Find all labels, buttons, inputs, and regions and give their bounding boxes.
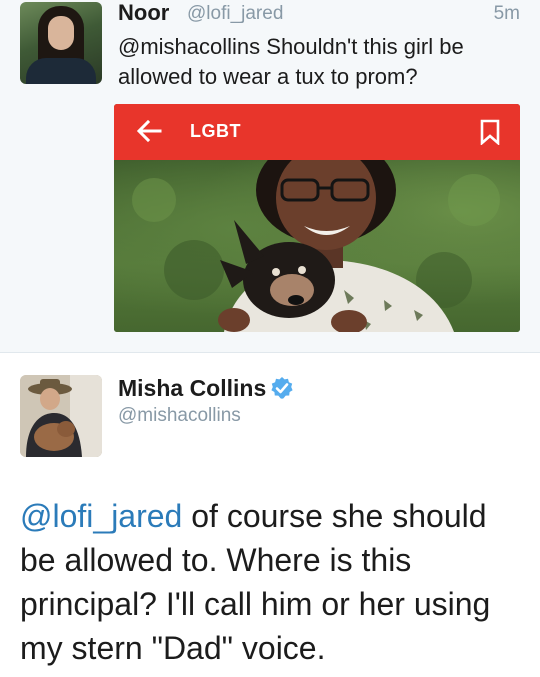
tweet-divider [0, 352, 540, 353]
article-photo[interactable] [114, 160, 520, 332]
noor-avatar[interactable] [20, 2, 102, 84]
mention-link[interactable]: @lofi_jared [20, 498, 182, 534]
reply-author-handle[interactable]: @lofi_jared [187, 3, 283, 25]
misha-avatar[interactable] [20, 375, 102, 457]
reply-author-name[interactable]: Noor [118, 0, 169, 26]
main-tweet-text: @lofi_jared of course she should be allo… [20, 494, 525, 670]
main-author-name[interactable]: Misha Collins [118, 375, 266, 402]
bookmark-icon[interactable] [480, 119, 500, 145]
embedded-article-card[interactable]: LGBT [114, 104, 520, 332]
verified-badge-icon [271, 377, 293, 399]
card-header-bar: LGBT [114, 104, 520, 160]
reply-tweet-text: @mishacollins Shouldn't this girl be all… [118, 34, 464, 89]
arrow-left-icon[interactable] [134, 115, 164, 147]
main-author-handle[interactable]: @mishacollins [118, 405, 241, 427]
reply-timestamp: 5m [493, 3, 520, 24]
reply-tweet[interactable]: Noor @lofi_jared 5m @mishacollins Should… [0, 0, 540, 352]
card-section-label: LGBT [190, 121, 241, 141]
